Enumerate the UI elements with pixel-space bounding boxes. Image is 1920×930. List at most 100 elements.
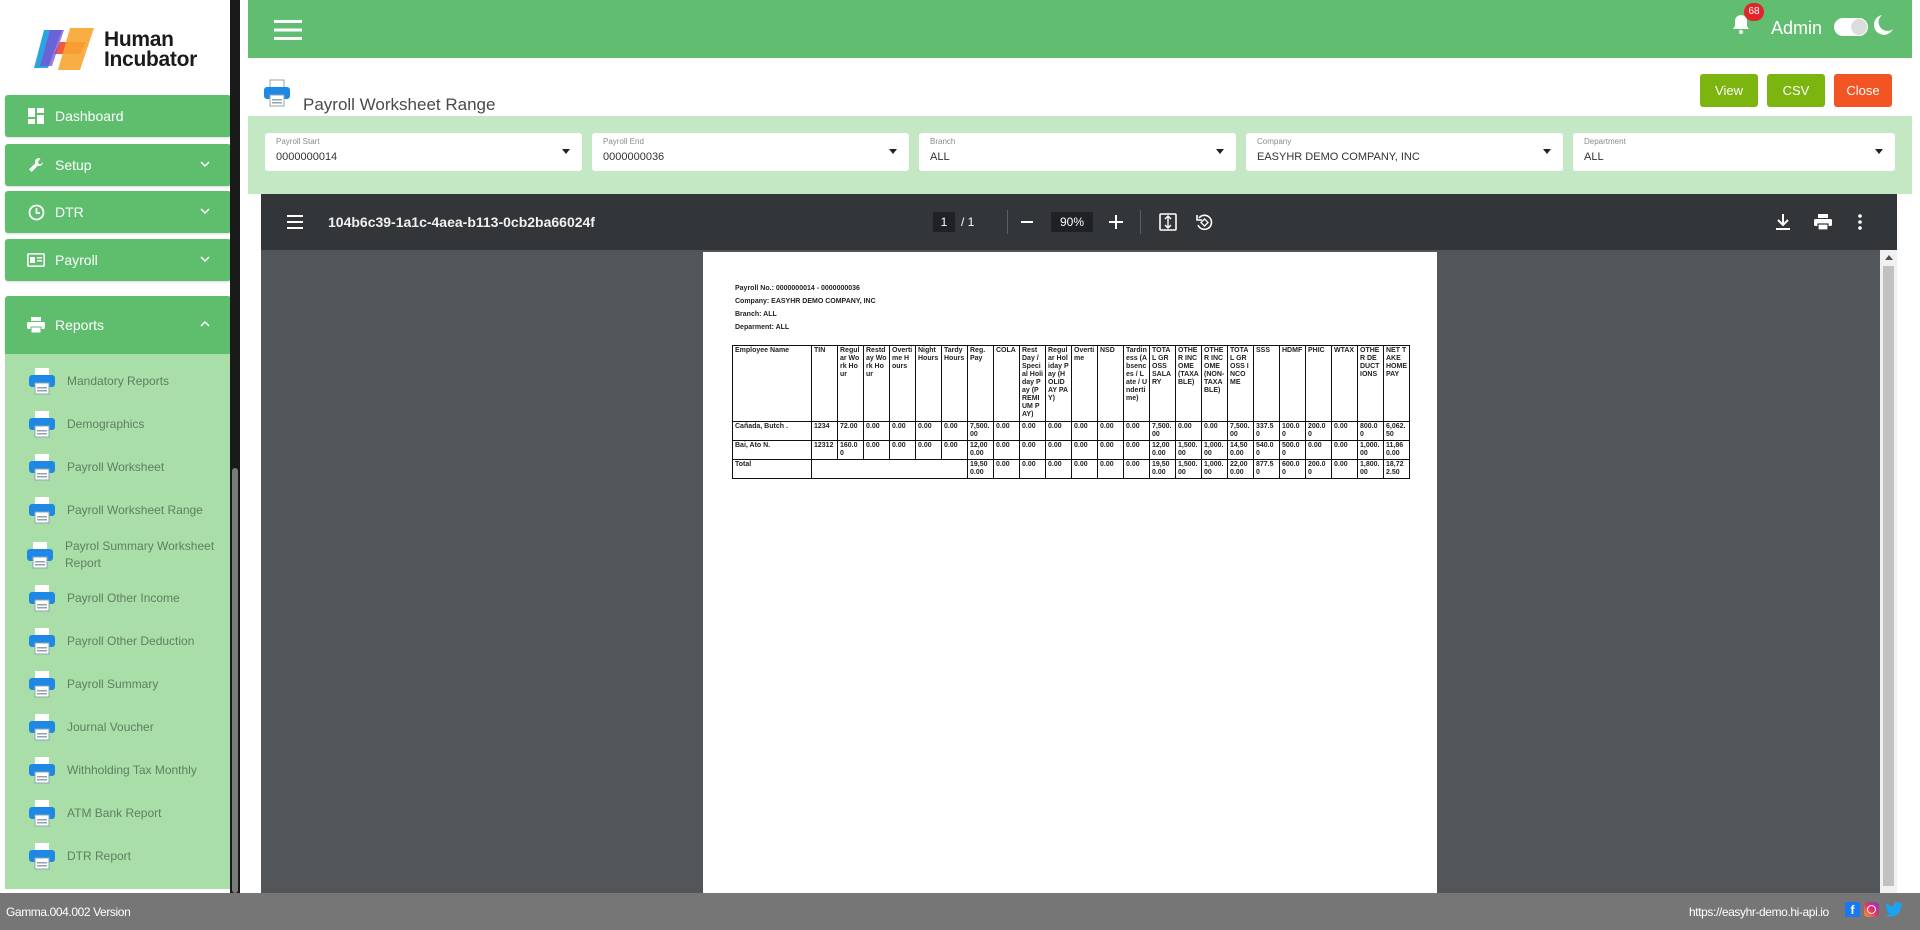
- sidebar-item-payroll[interactable]: Payroll: [5, 239, 231, 281]
- toolbar-separator: [1007, 210, 1008, 234]
- submenu-item-label: Payroll Worksheet: [67, 459, 165, 474]
- table-row: Cañada, Butch . 1234 72.00 0.00 0.00 0.00 0.00…: [732, 421, 1410, 441]
- brand-logo[interactable]: Human Incubator: [34, 26, 214, 76]
- user-name[interactable]: Admin: [1771, 18, 1822, 39]
- notification-badge: 68: [1744, 3, 1764, 21]
- sidebar-item-label: DTR: [55, 204, 84, 220]
- view-button[interactable]: View: [1700, 74, 1758, 107]
- submenu-item-label: Withholding Tax Monthly: [67, 762, 197, 777]
- table-header-row: Employee Name TIN Regular Work Hour Rest…: [732, 345, 1410, 422]
- zoom-in-icon[interactable]: [1109, 215, 1123, 229]
- pdf-scrollbar[interactable]: [1880, 250, 1897, 893]
- printer-icon: [29, 800, 55, 827]
- submenu-item-payroll-other-income[interactable]: Payroll Other Income: [27, 583, 227, 613]
- pdf-menu-icon[interactable]: [287, 215, 303, 229]
- submenu-item-atm-bank-report[interactable]: ATM Bank Report: [27, 798, 227, 828]
- sidebar-item-label: Dashboard: [55, 108, 124, 124]
- printer-icon: [29, 714, 55, 741]
- pdf-page-total: / 1: [961, 215, 975, 229]
- submenu-item-payroll-worksheet-range[interactable]: Payroll Worksheet Range: [27, 495, 227, 525]
- submenu-item-withholding-tax-monthly[interactable]: Withholding Tax Monthly: [27, 755, 227, 785]
- rotate-icon[interactable]: [1195, 213, 1213, 231]
- chevron-up-icon: [200, 320, 210, 327]
- table-row: Bai, Ato N. 12312 160.00 0.00 0.00 0.00 0.00 12…: [732, 440, 1410, 460]
- pdf-toolbar: 104b6c39-1a1c-4aea-b113-0cb2ba66024f 1 /…: [261, 194, 1897, 250]
- moon-icon: [1874, 15, 1893, 35]
- sidebar-item-setup[interactable]: Setup: [5, 144, 231, 186]
- payroll-start-select[interactable]: Payroll Start 0000000014: [265, 133, 582, 171]
- sidebar-scrollbar-thumb[interactable]: [232, 468, 238, 893]
- footer-url[interactable]: https://easyhr-demo.hi-api.io: [1689, 905, 1829, 919]
- instagram-icon[interactable]: [1864, 902, 1879, 917]
- hamburger-menu-icon[interactable]: [274, 20, 302, 40]
- wrench-icon: [27, 156, 45, 174]
- top-navbar: 68 Admin: [248, 0, 1912, 58]
- sidebar-divider: [240, 0, 248, 893]
- app-version: Gamma.004.002 Version: [6, 905, 131, 919]
- printer-icon: [27, 542, 53, 569]
- zoom-out-icon[interactable]: [1021, 221, 1033, 223]
- caret-down-icon: [1875, 149, 1883, 154]
- submenu-item-label: Demographics: [67, 416, 145, 431]
- sidebar-item-label: Setup: [55, 157, 92, 173]
- close-button[interactable]: Close: [1834, 74, 1892, 107]
- filter-bar-padding: [248, 186, 1912, 194]
- submenu-item-label: Payrol Summary Worksheet Report: [65, 539, 215, 570]
- submenu-item-label: Payroll Other Deduction: [67, 633, 195, 648]
- payroll-end-select[interactable]: Payroll End 0000000036: [592, 133, 909, 171]
- submenu-item-label: Mandatory Reports: [67, 373, 170, 388]
- sidebar-item-dtr[interactable]: DTR: [5, 191, 231, 233]
- submenu-item-label: Payroll Worksheet Range: [67, 502, 203, 517]
- company-select[interactable]: Company EASYHR DEMO COMPANY, INC: [1246, 133, 1563, 171]
- printer-icon: [29, 411, 55, 438]
- sidebar: Human Incubator Dashboard Setup DTR Payr…: [0, 0, 232, 893]
- logo-text: Human Incubator: [104, 28, 197, 71]
- submenu-item-mandatory-reports[interactable]: Mandatory Reports: [27, 366, 227, 396]
- page-title: Payroll Worksheet Range: [303, 95, 496, 114]
- more-options-icon[interactable]: [1857, 213, 1863, 231]
- facebook-icon[interactable]: f: [1845, 902, 1860, 917]
- submenu-item-payroll-worksheet[interactable]: Payroll Worksheet: [27, 452, 227, 482]
- printer-icon: [29, 757, 55, 784]
- page-header: Payroll Worksheet Range View CSV Close: [248, 58, 1912, 116]
- pdf-filename: 104b6c39-1a1c-4aea-b113-0cb2ba66024f: [328, 214, 595, 230]
- caret-down-icon: [562, 149, 570, 154]
- pdf-zoom-input[interactable]: 90%: [1051, 212, 1093, 232]
- toolbar-separator: [1140, 210, 1141, 234]
- scroll-up-arrow-icon[interactable]: [1885, 255, 1893, 260]
- pdf-page: Payroll No.: 0000000014 - 0000000036 Com…: [703, 252, 1437, 893]
- branch-select[interactable]: Branch ALL: [919, 133, 1236, 171]
- sidebar-item-reports[interactable]: Reports: [5, 296, 231, 354]
- pdf-page-input[interactable]: 1: [933, 212, 955, 232]
- chevron-down-icon: [200, 161, 210, 168]
- submenu-item-label: DTR Report: [67, 848, 132, 863]
- report-meta: Payroll No.: 0000000014 - 0000000036 Com…: [735, 285, 876, 331]
- submenu-item-payroll-summary[interactable]: Payroll Summary: [27, 669, 227, 699]
- dashboard-icon: [27, 107, 45, 125]
- caret-down-icon: [1543, 149, 1551, 154]
- download-icon[interactable]: [1775, 213, 1791, 231]
- table-total-row: Total 19,500.00 0.00 0.00 0.00 0.00 0.00 0.00 1…: [732, 459, 1410, 479]
- submenu-item-label: Payroll Summary: [67, 676, 159, 691]
- submenu-item-label: Payroll Other Income: [67, 590, 180, 605]
- printer-icon: [29, 585, 55, 612]
- submenu-item-dtr-report[interactable]: DTR Report: [27, 841, 227, 871]
- submenu-item-demographics[interactable]: Demographics: [27, 409, 227, 439]
- printer-icon: [29, 497, 55, 524]
- submenu-item-payroll-other-deduction[interactable]: Payroll Other Deduction: [27, 626, 227, 656]
- submenu-item-journal-voucher[interactable]: Journal Voucher: [27, 712, 227, 742]
- fit-to-page-icon[interactable]: [1159, 213, 1177, 231]
- department-select[interactable]: Department ALL: [1573, 133, 1895, 171]
- dark-mode-toggle[interactable]: [1834, 18, 1868, 36]
- printer-icon: [29, 368, 55, 395]
- sidebar-item-dashboard[interactable]: Dashboard: [5, 95, 231, 137]
- submenu-item-payroll-summary-worksheet-report[interactable]: Payrol Summary Worksheet Report: [25, 538, 221, 572]
- submenu-item-label: ATM Bank Report: [67, 805, 162, 820]
- pdf-scrollbar-thumb[interactable]: [1883, 266, 1894, 886]
- print-icon[interactable]: [1814, 213, 1832, 231]
- twitter-icon[interactable]: [1885, 902, 1903, 917]
- csv-button[interactable]: CSV: [1767, 74, 1825, 107]
- printer-icon: [264, 79, 290, 107]
- payroll-icon: [27, 251, 45, 269]
- pdf-viewport[interactable]: Payroll No.: 0000000014 - 0000000036 Com…: [261, 250, 1897, 893]
